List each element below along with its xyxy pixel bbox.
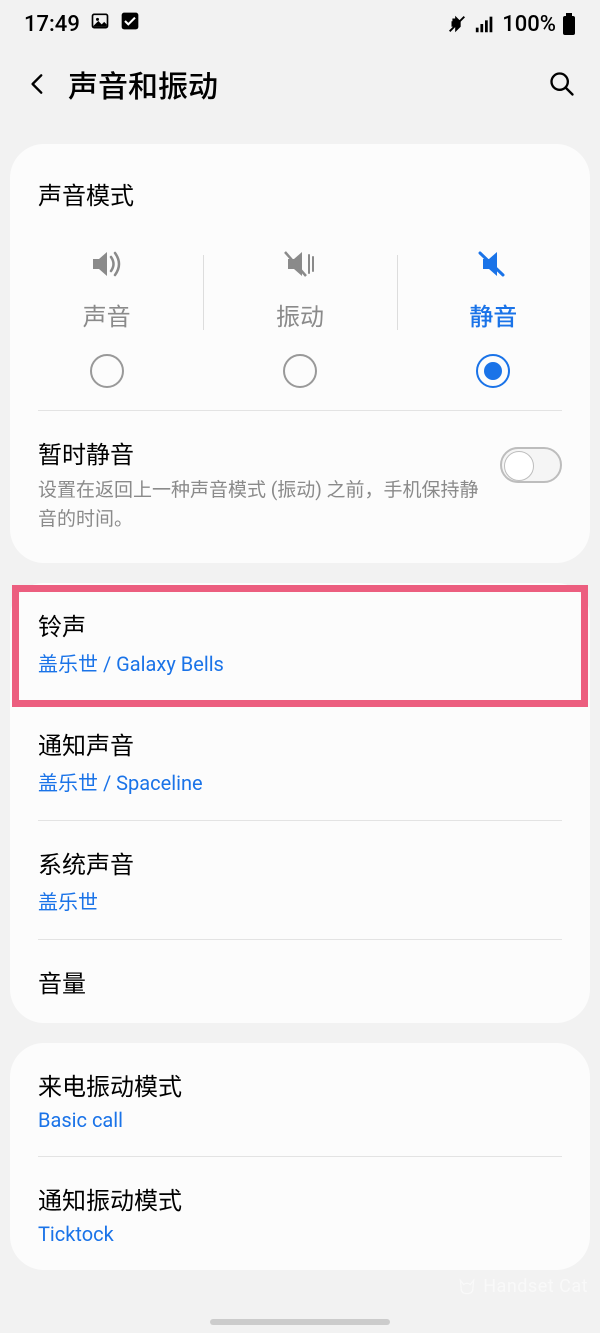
check-icon: [120, 11, 140, 37]
page-title: 声音和振动: [68, 62, 218, 106]
page-header: 声音和振动: [0, 48, 600, 124]
cat-icon: [457, 1277, 477, 1297]
signal-icon: [474, 13, 496, 35]
temporary-mute-toggle[interactable]: [500, 447, 562, 483]
chevron-left-icon: [25, 71, 51, 97]
volume-title: 音量: [38, 964, 562, 999]
sound-mode-vibrate[interactable]: 振动: [203, 247, 396, 388]
status-bar: 17:49 100%: [0, 0, 600, 48]
picture-icon: [90, 11, 110, 37]
status-right: 100%: [446, 12, 576, 37]
status-left: 17:49: [24, 11, 140, 37]
battery-text: 100%: [502, 12, 556, 37]
vibration-card: 来电振动模式 Basic call 通知振动模式 Ticktock: [10, 1043, 590, 1270]
ringtone-value: 盖乐世 / Galaxy Bells: [38, 648, 562, 677]
temporary-mute-title: 暂时静音: [38, 435, 480, 470]
notification-vibration-item[interactable]: 通知振动模式 Ticktock: [10, 1157, 590, 1270]
mode-label: 声音: [83, 297, 131, 332]
notification-vibration-value: Ticktock: [38, 1222, 562, 1246]
notification-vibration-title: 通知振动模式: [38, 1181, 562, 1216]
vibrate-icon: [280, 247, 320, 281]
sounds-card: 铃声 盖乐世 / Galaxy Bells 通知声音 盖乐世 / Spaceli…: [10, 583, 590, 1023]
sound-mode-sound[interactable]: 声音: [10, 247, 203, 388]
call-vibration-value: Basic call: [38, 1108, 562, 1132]
call-vibration-title: 来电振动模式: [38, 1067, 562, 1102]
sound-mode-title: 声音模式: [10, 144, 590, 221]
search-button[interactable]: [542, 64, 582, 104]
watermark: Handset Cat: [457, 1276, 588, 1297]
watermark-text: Handset Cat: [483, 1276, 588, 1297]
system-sound-item[interactable]: 系统声音 盖乐世: [10, 821, 590, 939]
system-sound-value: 盖乐世: [38, 886, 562, 915]
notification-sound-item[interactable]: 通知声音 盖乐世 / Spaceline: [10, 702, 590, 820]
call-vibration-item[interactable]: 来电振动模式 Basic call: [10, 1043, 590, 1156]
sound-mode-mute[interactable]: 静音: [397, 247, 590, 388]
mute-mode-icon: [473, 247, 513, 281]
radio-mute[interactable]: [476, 354, 510, 388]
temporary-mute-row[interactable]: 暂时静音 设置在返回上一种声音模式 (振动) 之前，手机保持静音的时间。: [10, 411, 590, 563]
status-time: 17:49: [24, 12, 80, 37]
sound-mode-card: 声音模式 声音 振动 静音 暂时静音 设置在返回上一种: [10, 144, 590, 563]
battery-icon: [562, 13, 576, 35]
notification-sound-title: 通知声音: [38, 726, 562, 761]
radio-vibrate[interactable]: [283, 354, 317, 388]
ringtone-title: 铃声: [38, 607, 562, 642]
temporary-mute-text: 暂时静音 设置在返回上一种声音模式 (振动) 之前，手机保持静音的时间。: [38, 435, 480, 533]
home-indicator[interactable]: [210, 1319, 390, 1325]
sounds-card-wrap: 铃声 盖乐世 / Galaxy Bells 通知声音 盖乐世 / Spaceli…: [10, 583, 590, 1023]
radio-sound[interactable]: [90, 354, 124, 388]
back-button[interactable]: [18, 64, 58, 104]
mode-label: 振动: [276, 297, 324, 332]
temporary-mute-desc: 设置在返回上一种声音模式 (振动) 之前，手机保持静音的时间。: [38, 476, 480, 533]
system-sound-title: 系统声音: [38, 845, 562, 880]
mode-label: 静音: [469, 297, 517, 332]
sound-mode-options: 声音 振动 静音: [10, 221, 590, 410]
sound-icon: [87, 247, 127, 281]
volume-item[interactable]: 音量: [10, 940, 590, 1023]
notification-sound-value: 盖乐世 / Spaceline: [38, 767, 562, 796]
search-icon: [548, 70, 576, 98]
mute-icon: [446, 13, 468, 35]
ringtone-item[interactable]: 铃声 盖乐世 / Galaxy Bells: [10, 583, 590, 701]
